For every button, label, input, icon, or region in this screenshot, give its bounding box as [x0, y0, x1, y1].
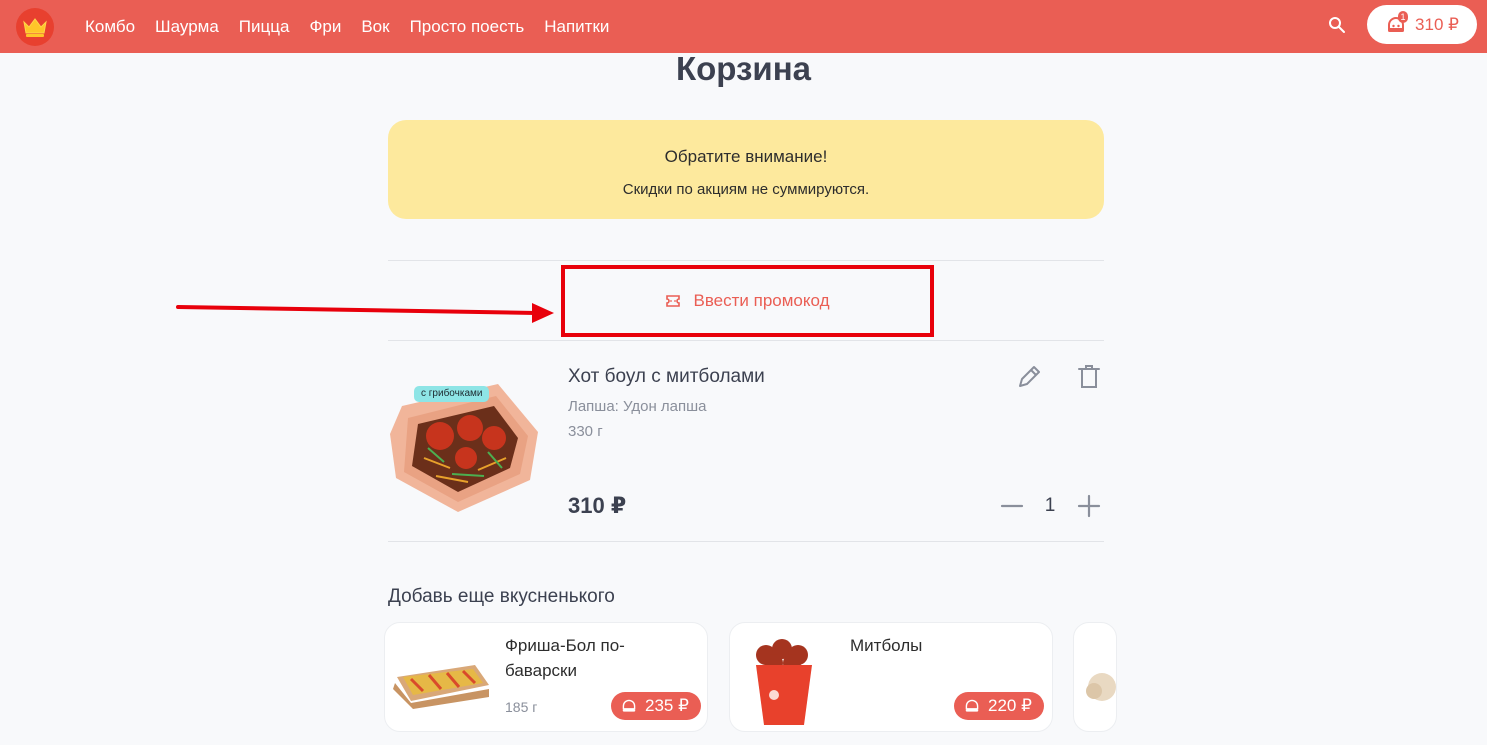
increase-quantity-button[interactable]: [1077, 494, 1101, 518]
recommendation-card-partial[interactable]: [1073, 622, 1117, 732]
crown-icon: [23, 18, 47, 37]
item-tag-badge: с грибочками: [414, 386, 490, 402]
recommendation-weight: 185 г: [505, 699, 538, 715]
trash-icon[interactable]: [1077, 364, 1101, 390]
search-icon: [1329, 17, 1345, 33]
page-title: Корзина: [676, 50, 811, 87]
nav-item-drinks[interactable]: Напитки: [544, 17, 609, 37]
nav-item-just-eat[interactable]: Просто поесть: [410, 17, 525, 37]
cart-total: 310 ₽: [1415, 14, 1459, 34]
edit-pencil-icon[interactable]: [1016, 364, 1042, 390]
quantity-value: 1: [1044, 495, 1056, 516]
recommendation-name: Фриша-Бол по-баварски: [505, 636, 625, 680]
item-price: 310 ₽: [568, 493, 627, 518]
promo-highlight-frame: Ввести промокод: [561, 265, 934, 337]
notice-title: Обратите внимание!: [664, 147, 828, 166]
recommendation-price: 220 ₽: [988, 696, 1032, 715]
promo-code-button[interactable]: Ввести промокод: [565, 269, 930, 333]
divider: [388, 340, 1104, 341]
notice-banner: Обратите внимание! Скидки по акциям не с…: [388, 120, 1104, 219]
decrease-quantity-button[interactable]: [1000, 494, 1024, 518]
notice-text: Скидки по акциям не суммируются.: [622, 181, 870, 198]
chef-cart-icon: 1: [1385, 10, 1409, 36]
chef-cart-icon: [622, 699, 636, 712]
recommendations-title: Добавь еще вкусненького: [388, 586, 615, 607]
ticket-icon: [666, 295, 681, 307]
recommendation-price: 235 ₽: [645, 696, 689, 715]
item-name: Хот боул с митболами: [568, 366, 765, 387]
nav-item-pizza[interactable]: Пицца: [239, 17, 290, 37]
meatballs-cup-image: [756, 639, 812, 725]
recommendation-name: Митболы: [850, 636, 923, 655]
crown-logo-icon[interactable]: [16, 8, 54, 46]
frisha-bol-image: [393, 665, 489, 709]
item-weight: 330 г: [568, 423, 603, 440]
recommendation-card[interactable]: Фриша-Бол по-баварски 185 г 235 ₽: [384, 622, 708, 732]
nav-item-wok[interactable]: Вок: [361, 17, 389, 37]
divider: [388, 541, 1104, 542]
add-to-cart-button[interactable]: 235 ₽: [611, 692, 701, 720]
search-button[interactable]: [1326, 14, 1348, 36]
nav-item-fries[interactable]: Фри: [309, 17, 341, 37]
item-option: Лапша: Удон лапша: [568, 398, 707, 415]
chef-cart-icon: [965, 699, 979, 712]
top-bar: Комбо Шаурма Пицца Фри Вок Просто поесть…: [0, 0, 1487, 53]
recommendation-card[interactable]: Митболы 220 ₽: [729, 622, 1053, 732]
cart-count-badge: 1: [1398, 10, 1409, 23]
main-nav: Комбо Шаурма Пицца Фри Вок Просто поесть…: [85, 0, 629, 53]
partial-food-image: [1086, 673, 1116, 701]
annotation-arrow: [176, 303, 554, 323]
nav-item-shawarma[interactable]: Шаурма: [155, 17, 219, 37]
divider: [388, 260, 1104, 261]
nav-item-combo[interactable]: Комбо: [85, 17, 135, 37]
add-to-cart-button[interactable]: 220 ₽: [954, 692, 1044, 720]
promo-code-label: Ввести промокод: [693, 291, 830, 310]
cart-button[interactable]: 1 310 ₽: [1367, 5, 1477, 44]
